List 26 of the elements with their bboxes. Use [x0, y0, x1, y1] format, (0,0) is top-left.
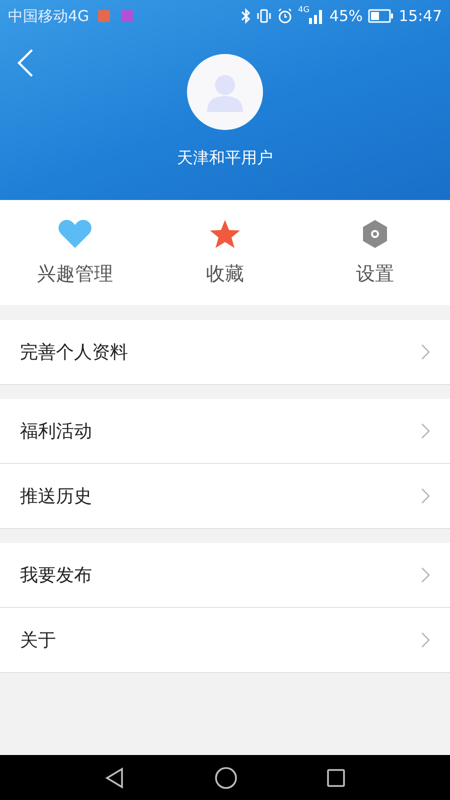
settings-icon — [360, 218, 390, 248]
network-type-label: 4G — [298, 5, 310, 14]
vibrate-icon — [256, 8, 272, 24]
chevron-right-icon — [421, 632, 430, 648]
heart-icon — [58, 218, 92, 248]
chevron-right-icon — [421, 344, 430, 360]
signal-icon — [308, 8, 324, 24]
person-icon — [205, 72, 245, 112]
battery-icon — [368, 9, 394, 23]
shortcut-button[interactable]: 兴趣管理 — [0, 200, 150, 305]
username: 天津和平用户 — [177, 148, 273, 169]
chevron-right-icon — [421, 423, 430, 439]
back-triangle-icon[interactable] — [104, 766, 126, 788]
home-circle-icon[interactable] — [214, 766, 238, 790]
bluetooth-icon — [241, 8, 252, 24]
recents-square-icon[interactable] — [326, 768, 346, 788]
shortcut-button[interactable]: 设置 — [300, 200, 450, 305]
carrier-name: 中国移动4G — [8, 6, 90, 26]
back-icon — [16, 48, 34, 78]
star-icon — [209, 218, 241, 248]
chevron-right-icon — [421, 567, 430, 583]
alarm-icon — [277, 8, 294, 24]
battery-percent: 45% — [329, 7, 363, 25]
clock-time: 15:47 — [398, 7, 442, 25]
chevron-right-icon — [421, 488, 430, 504]
shortcut-button[interactable]: 收藏 — [150, 200, 300, 305]
